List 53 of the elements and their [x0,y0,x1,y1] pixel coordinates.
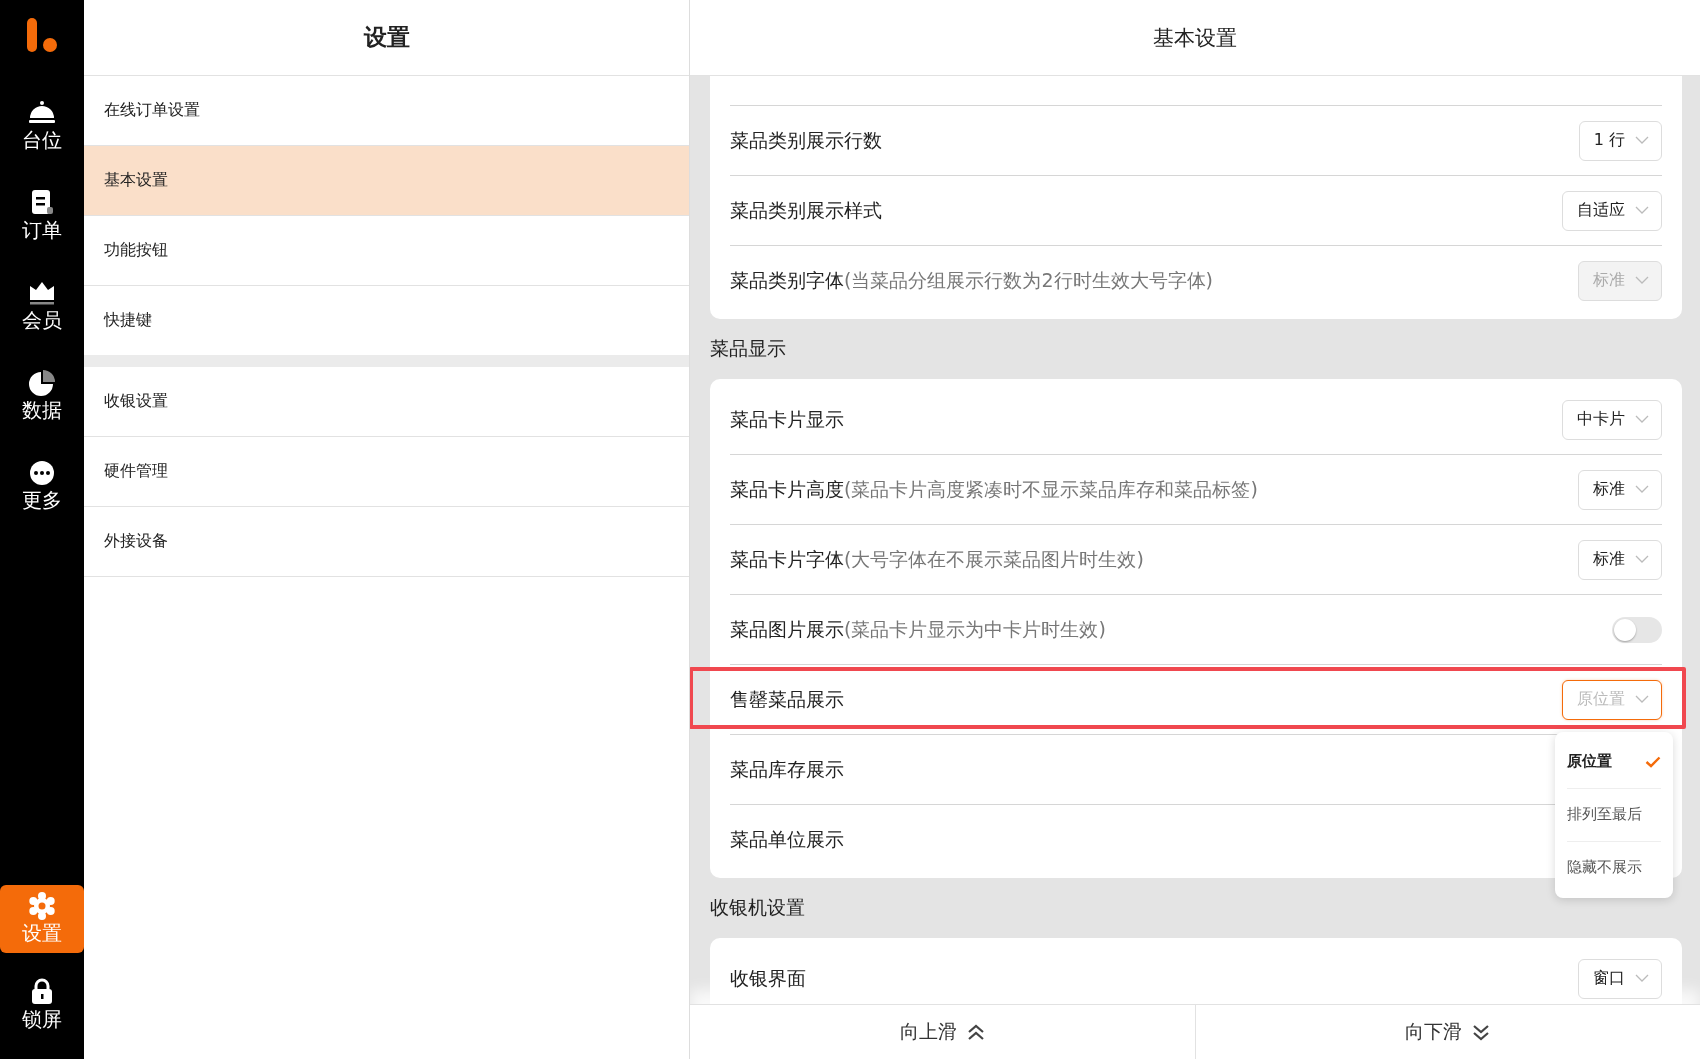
dropdown-select[interactable]: 自适应 [1562,190,1662,231]
nav-item[interactable]: 订单 [0,182,84,250]
nav-item[interactable]: 数据 [0,362,84,430]
setting-label: 菜品类别字体(当菜品分组展示行数为2行时生效大号字体) [730,267,1213,293]
panel-title: 基本设置 [1153,24,1237,52]
dropdown-select[interactable]: 中卡片 [1562,399,1662,440]
nav-item[interactable]: 锁屏 [0,971,84,1039]
chevron-down-icon [1635,415,1649,424]
settings-icon [27,891,57,921]
dropdown-select[interactable]: 标准 [1578,539,1662,580]
setting-label: 菜品卡片高度(菜品卡片高度紧凑时不显示菜品库存和菜品标签) [730,476,1258,502]
chevron-down-icon [1635,136,1649,145]
menu-item[interactable]: 快捷键 [84,286,689,355]
double-chevron-up-icon [966,1022,985,1042]
menu-item[interactable]: 功能按钮 [84,216,689,286]
dropdown-select[interactable]: 标准 [1578,469,1662,510]
menu-item[interactable]: 基本设置 [84,146,689,216]
menu-item[interactable]: 收银设置 [84,367,689,437]
nav-item[interactable]: 会员 [0,272,84,340]
scroll-button[interactable]: 向上滑 [690,1005,1195,1059]
panel-title: 设置 [363,23,410,52]
setting-label: 收银界面 [730,965,806,991]
setting-label: 菜品卡片字体(大号字体在不展示菜品图片时生效) [730,546,1144,572]
chevron-down-icon [1635,555,1649,564]
setting-label: 菜品卡片显示 [730,406,844,432]
setting-label: 菜品单位展示 [730,826,844,852]
chevron-down-icon [1635,695,1649,704]
dropdown-select[interactable]: 1 行 [1578,120,1662,161]
menu-option[interactable]: 原位置 [1567,735,1661,789]
section-title: 菜品显示 [710,336,787,361]
menu-item[interactable]: 外接设备 [84,507,689,577]
setting-label: 菜品图片展示(菜品卡片显示为中卡片时生效) [730,616,1106,642]
setting-label: 菜品类别展示行数 [730,127,882,153]
menu-option[interactable]: 排列至最后 [1567,788,1661,842]
nav-item[interactable]: 更多 [0,452,84,520]
setting-label: 菜品类别展示样式 [730,197,882,223]
setting-label: 菜品库存展示 [730,756,844,782]
menu-option[interactable]: 隐藏不展示 [1567,841,1661,894]
setting-label: 售罄菜品展示 [730,686,844,712]
chevron-down-icon [1635,974,1649,983]
dropdown-select[interactable]: 窗口 [1578,958,1662,999]
chevron-down-icon [1635,206,1649,215]
section-title: 收银机设置 [710,895,806,920]
checkmark-icon [1645,755,1661,768]
scroll-button[interactable]: 向下滑 [1194,1005,1700,1059]
chevron-down-icon [1635,276,1649,285]
more-icon [27,458,57,488]
menu-item[interactable]: 硬件管理 [84,437,689,507]
nav-item[interactable]: 台位 [0,92,84,160]
pie-chart-icon [27,368,57,398]
toggle-switch[interactable] [1612,616,1662,643]
chevron-down-icon [1635,485,1649,494]
double-chevron-down-icon [1472,1022,1491,1042]
